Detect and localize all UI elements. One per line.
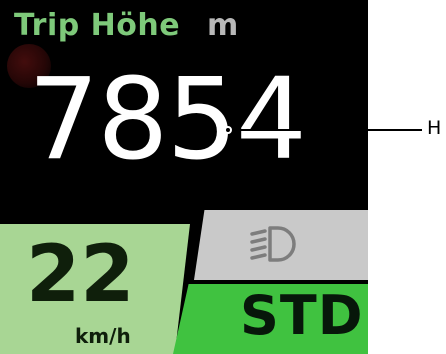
callout-marker [224, 126, 232, 134]
trip-unit: m [207, 8, 239, 43]
callout-line [232, 129, 422, 131]
mode-value: STD [240, 284, 364, 347]
trip-value: 7854 [28, 55, 307, 185]
bike-display: Trip Höhe m 7854 22 km/h STD [0, 0, 368, 354]
speed-unit: km/h [75, 324, 131, 348]
callout-label: H [427, 117, 442, 139]
trip-title: Trip Höhe [14, 8, 181, 43]
speed-value: 22 [26, 230, 135, 320]
headlight-icon [250, 226, 296, 262]
